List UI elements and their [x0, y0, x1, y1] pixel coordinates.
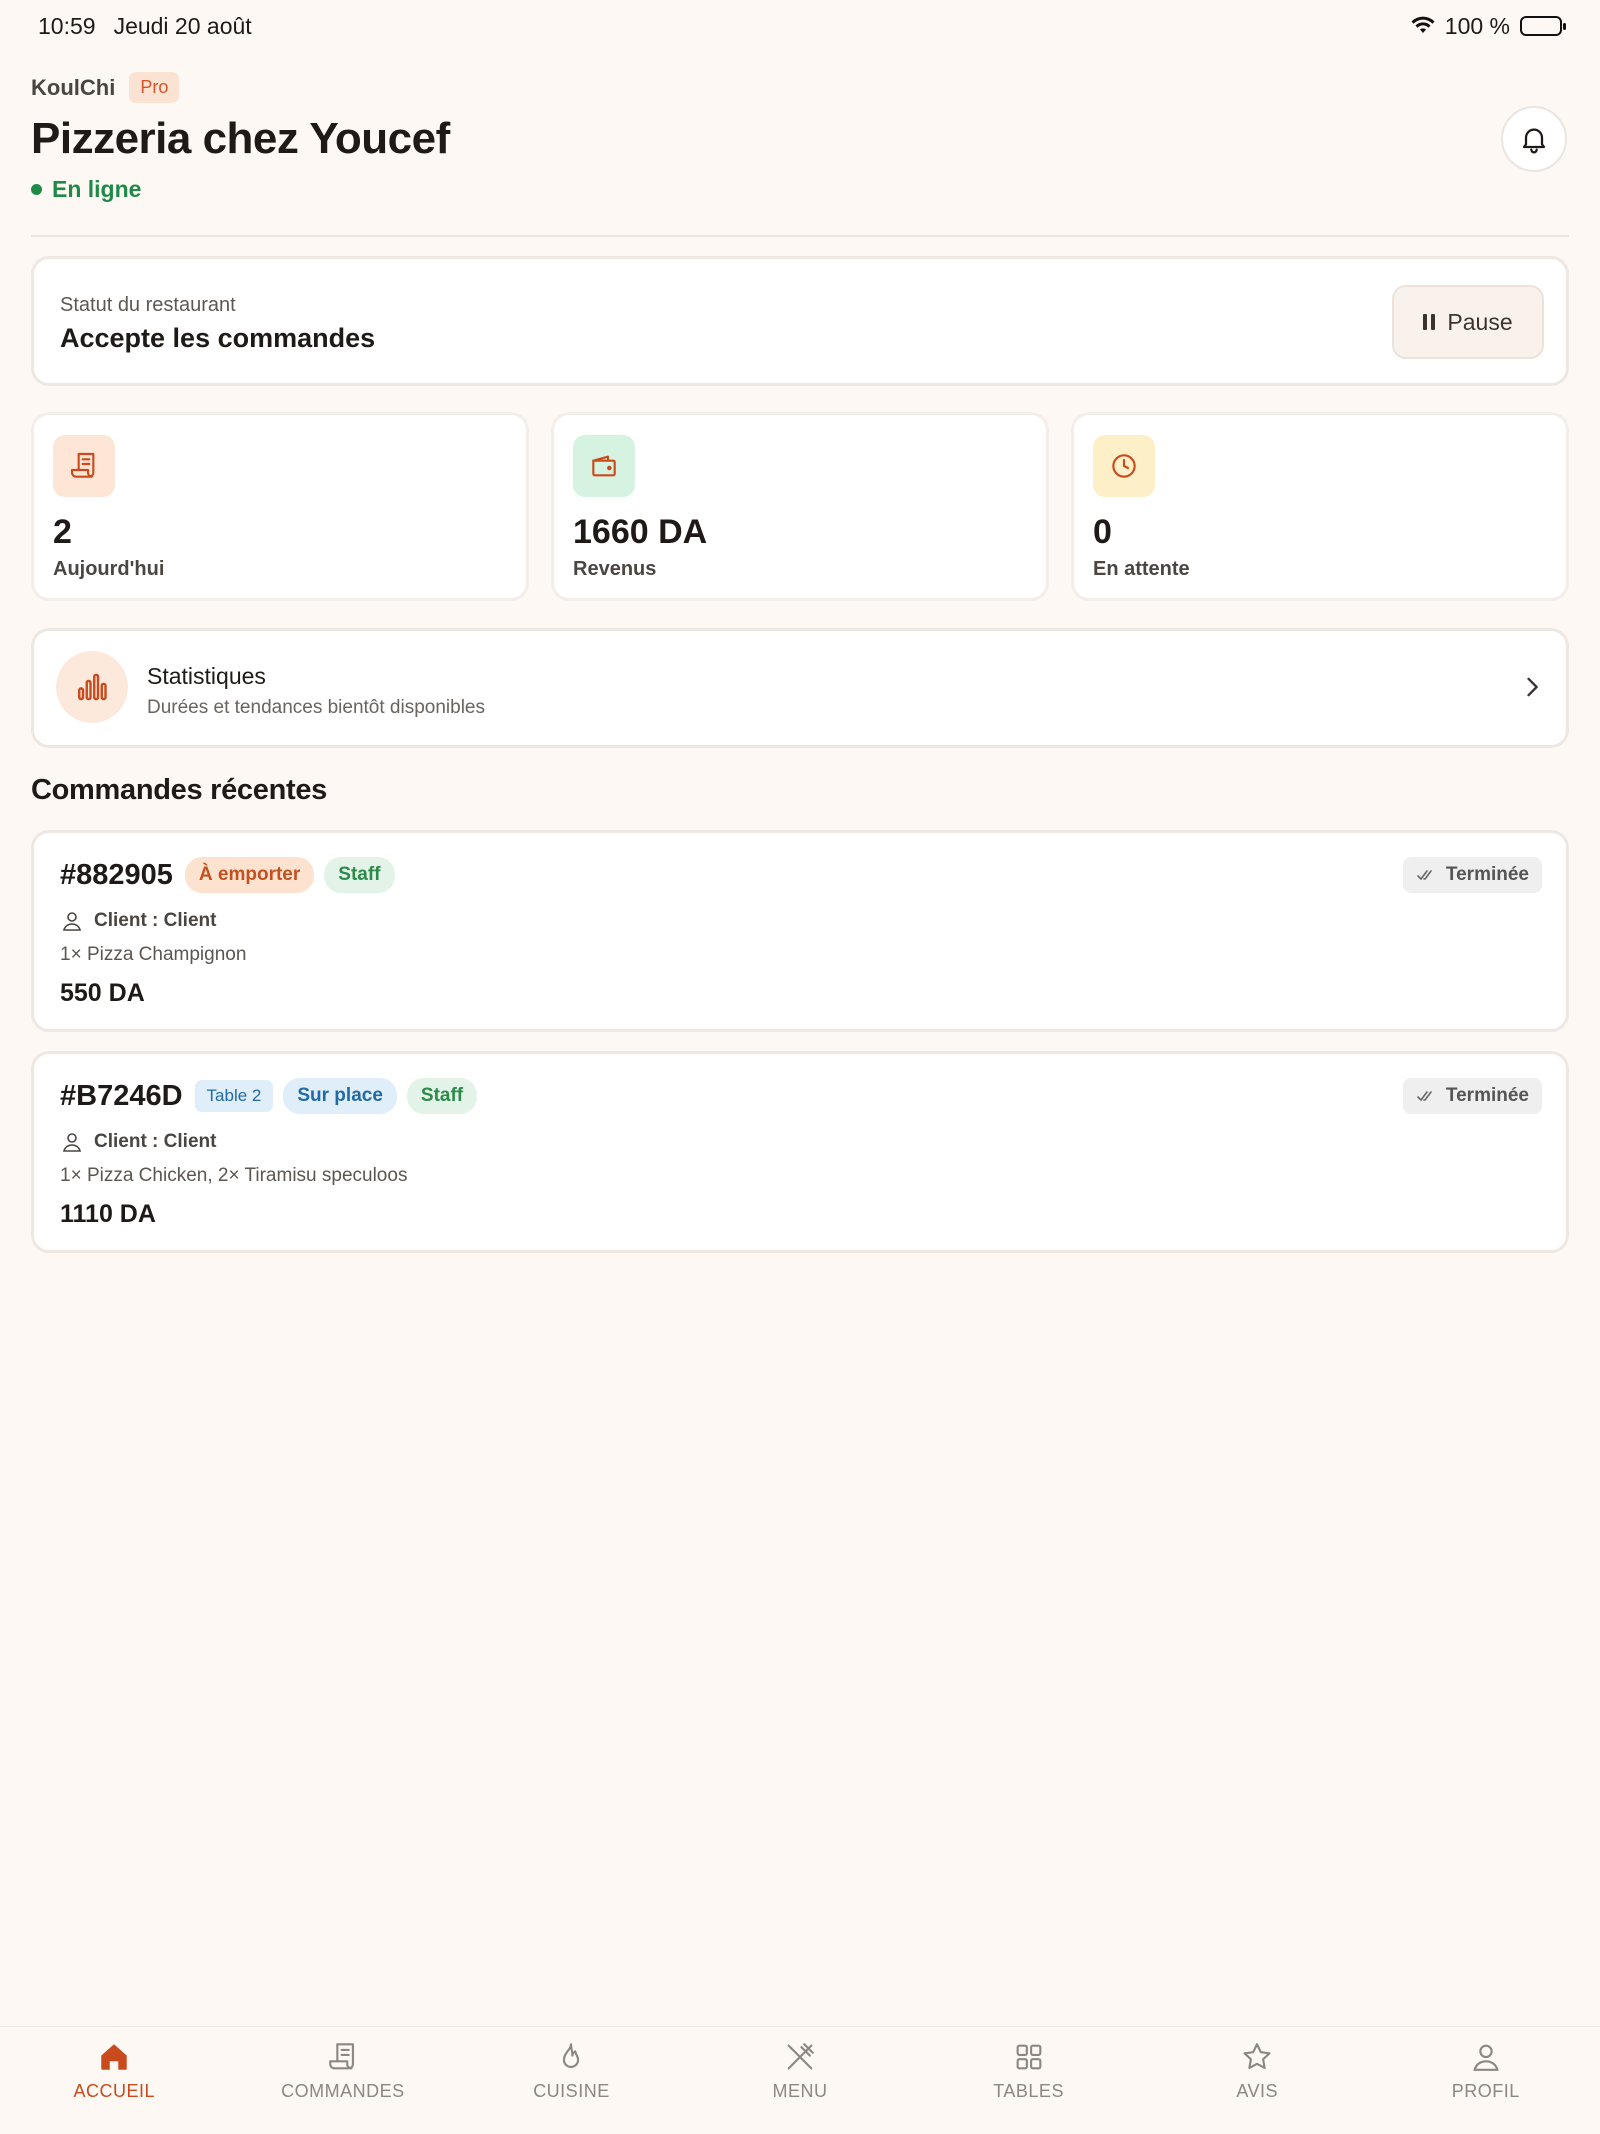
nav-item-menu[interactable]: MENU: [686, 2027, 915, 2134]
restaurant-status-card: Statut du restaurant Accepte les command…: [31, 256, 1569, 386]
double-check-icon: [1417, 1091, 1432, 1101]
order-id: #882905: [60, 858, 173, 891]
recent-orders-title: Commandes récentes: [31, 774, 327, 806]
stat-card-today: 2 Aujourd'hui: [31, 412, 529, 601]
pause-button[interactable]: Pause: [1392, 285, 1544, 359]
pause-button-label: Pause: [1447, 308, 1513, 335]
nav-item-label: PROFIL: [1451, 2081, 1520, 2101]
order-source-badge: Staff: [324, 857, 395, 893]
order-status-badge: Terminée: [1402, 857, 1542, 893]
pause-icon: [1423, 314, 1436, 330]
nav-item-label: MENU: [772, 2081, 828, 2101]
clock-icon: [1093, 435, 1155, 497]
order-header: #882905 À emporter Staff: [60, 857, 395, 893]
stat-card-pending: 0 En attente: [1071, 412, 1569, 601]
double-check-icon: [1417, 870, 1432, 880]
header-divider: [31, 235, 1569, 237]
online-status: En ligne: [31, 176, 141, 203]
notifications-button[interactable]: [1501, 106, 1567, 172]
nav-item-cuisine[interactable]: CUISINE: [457, 2027, 686, 2134]
nav-item-label: COMMANDES: [281, 2081, 405, 2101]
nav-item-label: TABLES: [993, 2081, 1064, 2101]
home-icon: [96, 2039, 132, 2075]
pro-badge: Pro: [129, 72, 180, 103]
statistics-title: Statistiques: [147, 663, 266, 689]
battery-icon: [1520, 16, 1566, 36]
order-card[interactable]: #882905 À emporter Staff Terminée Client…: [31, 830, 1569, 1032]
nav-item-label: CUISINE: [533, 2081, 610, 2101]
online-status-label: En ligne: [52, 176, 142, 202]
user-icon: [1468, 2039, 1504, 2075]
order-source-badge: Staff: [406, 1078, 478, 1114]
flame-icon: [553, 2039, 589, 2075]
order-header: #B7246D Table 2 Sur place Staff: [60, 1078, 478, 1114]
nav-item-tables[interactable]: TABLES: [914, 2027, 1143, 2134]
order-id: #B7246D: [60, 1079, 183, 1112]
nav-item-avis[interactable]: AVIS: [1143, 2027, 1372, 2134]
order-status-label: Terminée: [1445, 864, 1529, 885]
order-table-badge: Table 2: [194, 1080, 274, 1112]
order-client: Client : Client: [60, 909, 216, 933]
stat-card-revenue: 1660 DA Revenus: [551, 412, 1049, 601]
statistics-link[interactable]: Statistiques Durées et tendances bientôt…: [31, 628, 1569, 748]
nav-item-commandes[interactable]: COMMANDES: [229, 2027, 458, 2134]
stat-label: En attente: [1093, 558, 1190, 580]
order-total: 1110 DA: [60, 1200, 156, 1228]
star-icon: [1239, 2039, 1275, 2075]
nav-item-accueil[interactable]: ACCUEIL: [0, 2027, 229, 2134]
statistics-subtitle: Durées et tendances bientôt disponibles: [147, 697, 486, 718]
nav-item-profil[interactable]: PROFIL: [1371, 2027, 1600, 2134]
order-card[interactable]: #B7246D Table 2 Sur place Staff Terminée…: [31, 1051, 1569, 1253]
restaurant-status-label: Statut du restaurant: [60, 294, 236, 316]
status-bar: 10:59 Jeudi 20 août 100 %: [0, 0, 1600, 52]
user-icon: [62, 1133, 82, 1152]
bottom-nav: ACCUEIL COMMANDES CUISINE MENU TABLES AV…: [0, 2026, 1600, 2134]
receipt-icon: [325, 2039, 361, 2075]
status-time: 10:59: [38, 12, 96, 39]
order-status-label: Terminée: [1445, 1085, 1529, 1106]
user-icon: [62, 912, 82, 931]
battery-percent: 100 %: [1444, 12, 1510, 39]
order-status-badge: Terminée: [1402, 1078, 1542, 1114]
nav-item-label: AVIS: [1236, 2081, 1279, 2101]
order-client-label: Client : Client: [94, 910, 217, 931]
order-items: 1× Pizza Champignon: [60, 944, 247, 965]
wallet-icon: [573, 435, 635, 497]
order-client: Client : Client: [60, 1130, 216, 1154]
order-total: 550 DA: [60, 979, 145, 1007]
stat-value: 2: [53, 513, 72, 551]
restaurant-name: Pizzeria chez Youcef: [31, 114, 450, 163]
brand-name: KoulChi: [31, 74, 116, 100]
status-date: Jeudi 20 août: [113, 12, 252, 39]
stat-label: Aujourd'hui: [53, 558, 165, 580]
online-dot-icon: [31, 184, 42, 195]
order-type-badge: À emporter: [184, 857, 315, 893]
nav-item-label: ACCUEIL: [73, 2081, 156, 2101]
app-screen: 10:59 Jeudi 20 août 100 % KoulChi Pro Pi…: [0, 0, 1600, 2134]
order-type-badge: Sur place: [283, 1078, 397, 1114]
stat-label: Revenus: [573, 558, 657, 580]
utensils-icon: [782, 2039, 818, 2075]
receipt-icon: [53, 435, 115, 497]
stat-value: 0: [1093, 513, 1112, 551]
stat-value: 1660 DA: [573, 513, 708, 551]
order-items: 1× Pizza Chicken, 2× Tiramisu speculoos: [60, 1165, 408, 1186]
bar-chart-icon: [56, 651, 128, 723]
order-client-label: Client : Client: [94, 1131, 217, 1152]
bell-icon: [1522, 128, 1546, 154]
grid-icon: [1011, 2039, 1047, 2075]
restaurant-status-value: Accepte les commandes: [60, 323, 376, 353]
brand-row: KoulChi Pro: [31, 72, 180, 103]
chevron-right-icon: [1518, 671, 1546, 708]
wifi-icon: [1411, 13, 1435, 40]
